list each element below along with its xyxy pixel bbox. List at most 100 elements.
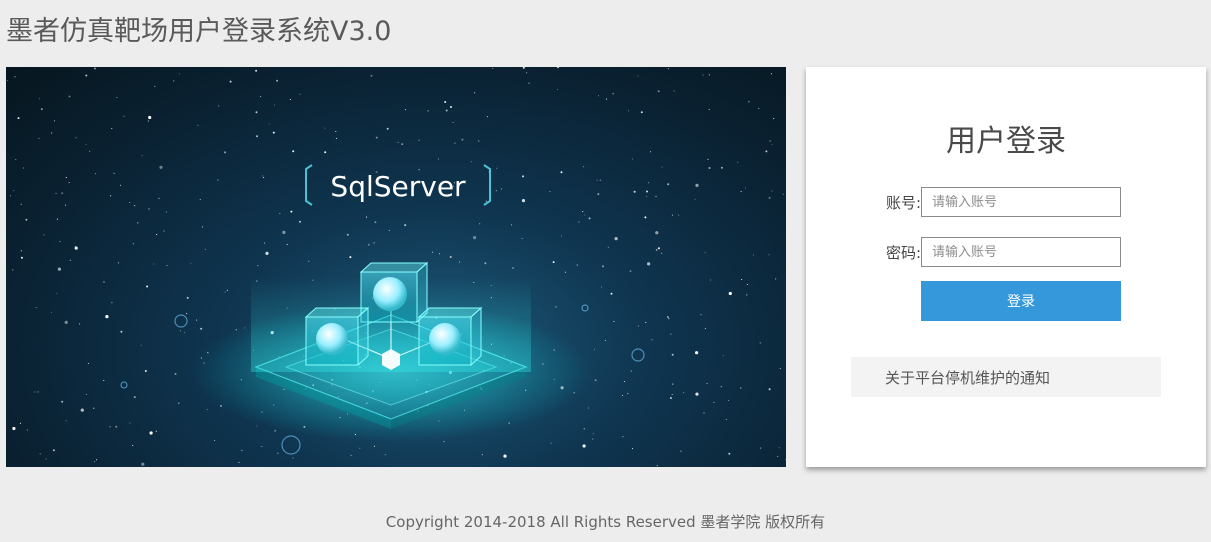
star bbox=[779, 367, 781, 369]
star bbox=[61, 192, 64, 195]
star bbox=[645, 321, 647, 324]
star bbox=[671, 214, 673, 216]
star bbox=[613, 320, 615, 322]
star bbox=[74, 246, 78, 250]
star bbox=[680, 450, 682, 452]
star bbox=[741, 278, 743, 281]
star bbox=[668, 318, 670, 320]
star bbox=[404, 224, 407, 227]
star bbox=[582, 211, 584, 213]
star bbox=[777, 455, 779, 457]
star bbox=[478, 140, 480, 142]
star bbox=[38, 98, 40, 100]
star bbox=[768, 254, 770, 256]
star bbox=[487, 116, 489, 118]
star bbox=[597, 95, 600, 97]
star bbox=[94, 67, 96, 70]
star bbox=[622, 436, 624, 438]
star bbox=[593, 348, 596, 350]
star bbox=[667, 183, 670, 186]
star bbox=[115, 425, 118, 428]
star bbox=[404, 109, 406, 111]
star bbox=[621, 394, 624, 396]
star bbox=[765, 150, 768, 153]
star bbox=[214, 439, 216, 442]
password-input[interactable] bbox=[921, 237, 1121, 267]
password-row: 密码: bbox=[884, 237, 1121, 267]
star bbox=[154, 85, 156, 87]
star bbox=[728, 399, 730, 401]
star bbox=[20, 203, 22, 205]
star bbox=[133, 396, 136, 399]
star bbox=[437, 158, 439, 160]
star bbox=[335, 137, 337, 139]
star bbox=[349, 256, 352, 259]
username-input[interactable] bbox=[921, 187, 1121, 217]
star bbox=[725, 418, 727, 420]
star bbox=[241, 449, 243, 451]
star bbox=[144, 370, 147, 372]
star bbox=[773, 118, 775, 120]
star bbox=[277, 452, 279, 454]
star bbox=[174, 373, 177, 375]
star bbox=[148, 208, 150, 210]
star bbox=[52, 449, 55, 452]
notice-box: 关于平台停机维护的通知 bbox=[851, 357, 1161, 397]
star bbox=[123, 115, 125, 117]
star bbox=[87, 362, 89, 364]
star bbox=[454, 142, 456, 144]
star bbox=[627, 393, 629, 395]
star bbox=[629, 270, 632, 273]
star bbox=[14, 76, 16, 78]
star bbox=[495, 190, 497, 192]
star bbox=[702, 74, 704, 76]
star bbox=[614, 237, 618, 241]
star bbox=[670, 333, 672, 335]
star bbox=[256, 135, 258, 138]
star bbox=[262, 175, 264, 177]
star bbox=[137, 222, 139, 224]
star bbox=[350, 454, 352, 456]
star bbox=[53, 120, 56, 122]
star bbox=[75, 137, 77, 139]
footer-copyright: Copyright 2014-2018 All Rights Reserved … bbox=[385, 513, 826, 531]
star bbox=[109, 426, 111, 428]
star bbox=[728, 452, 731, 455]
star bbox=[224, 151, 226, 154]
star bbox=[308, 260, 310, 262]
star bbox=[56, 218, 58, 220]
star bbox=[708, 74, 710, 76]
star bbox=[132, 243, 134, 245]
star bbox=[202, 226, 204, 228]
star bbox=[15, 158, 17, 161]
star bbox=[50, 311, 52, 313]
star bbox=[197, 124, 199, 126]
star bbox=[637, 75, 639, 77]
star bbox=[646, 196, 648, 198]
star bbox=[26, 429, 28, 431]
maintenance-notice-link[interactable]: 关于平台停机维护的通知 bbox=[885, 367, 1050, 388]
star bbox=[263, 177, 265, 179]
star bbox=[775, 278, 777, 280]
star bbox=[196, 319, 198, 321]
login-button[interactable]: 登录 bbox=[921, 281, 1121, 321]
star bbox=[186, 312, 188, 314]
star bbox=[560, 235, 563, 237]
star bbox=[103, 379, 105, 381]
star bbox=[17, 117, 20, 120]
star bbox=[111, 302, 113, 304]
star bbox=[299, 220, 301, 223]
star bbox=[365, 216, 368, 218]
star bbox=[12, 426, 16, 431]
star bbox=[282, 230, 286, 234]
star bbox=[708, 167, 711, 169]
star bbox=[199, 198, 201, 200]
star bbox=[549, 190, 551, 193]
star bbox=[588, 407, 590, 409]
star bbox=[268, 123, 270, 125]
star bbox=[141, 462, 145, 466]
star bbox=[238, 461, 240, 464]
star bbox=[651, 339, 653, 341]
star bbox=[264, 242, 266, 244]
star bbox=[599, 179, 601, 181]
